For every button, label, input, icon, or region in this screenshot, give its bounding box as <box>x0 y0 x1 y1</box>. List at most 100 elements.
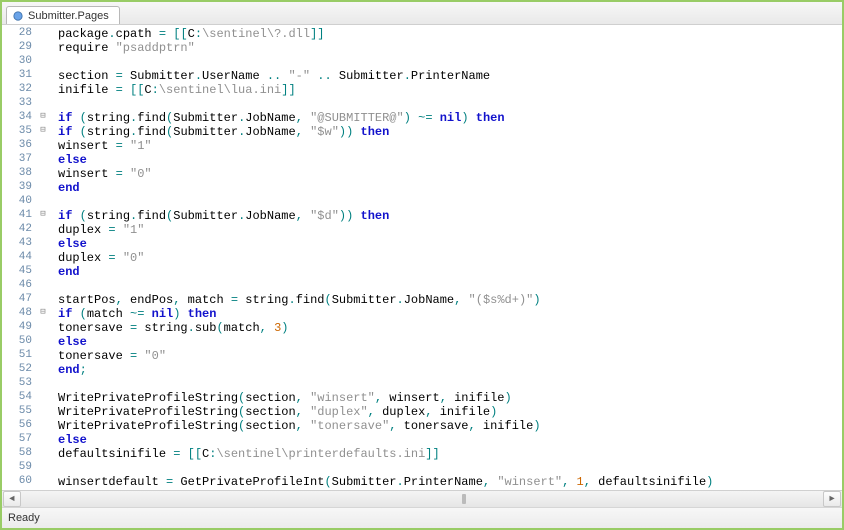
fold-marker <box>36 97 50 111</box>
code-line[interactable]: 58 defaultsinifile = [[C:\sentinel\print… <box>2 447 842 461</box>
code-line[interactable]: 43 else <box>2 237 842 251</box>
code-line[interactable]: 34⊟if (string.find(Submitter.JobName, "@… <box>2 111 842 125</box>
file-icon <box>13 11 23 21</box>
code-text[interactable]: inifile = [[C:\sentinel\lua.ini]] <box>50 83 842 97</box>
code-line[interactable]: 57else <box>2 433 842 447</box>
code-text[interactable]: winsert = "1" <box>50 139 842 153</box>
fold-marker <box>36 195 50 209</box>
line-number: 45 <box>2 265 36 279</box>
code-line[interactable]: 36 winsert = "1" <box>2 139 842 153</box>
code-line[interactable]: 37 else <box>2 153 842 167</box>
code-text[interactable]: if (string.find(Submitter.JobName, "$d")… <box>50 209 842 223</box>
scroll-track[interactable] <box>23 492 821 506</box>
line-number: 51 <box>2 349 36 363</box>
code-text[interactable]: package.cpath = [[C:\sentinel\?.dll]] <box>50 27 842 41</box>
code-line[interactable]: 55 WritePrivateProfileString(section, "d… <box>2 405 842 419</box>
code-text[interactable]: duplex = "1" <box>50 223 842 237</box>
fold-marker[interactable]: ⊟ <box>36 209 50 223</box>
code-text[interactable]: else <box>50 237 842 251</box>
code-line[interactable]: 33 <box>2 97 842 111</box>
code-text[interactable]: end <box>50 181 842 195</box>
fold-marker <box>36 181 50 195</box>
code-text[interactable]: require "psaddptrn" <box>50 41 842 55</box>
code-line[interactable]: 51 tonersave = "0" <box>2 349 842 363</box>
line-number: 46 <box>2 279 36 293</box>
status-text: Ready <box>8 512 40 524</box>
code-line[interactable]: 59 <box>2 461 842 475</box>
code-line[interactable]: 39 end <box>2 181 842 195</box>
code-line[interactable]: 53 <box>2 377 842 391</box>
code-text[interactable]: startPos, endPos, match = string.find(Su… <box>50 293 842 307</box>
code-text[interactable]: else <box>50 433 842 447</box>
code-text[interactable]: WritePrivateProfileString(section, "tone… <box>50 419 842 433</box>
line-number: 52 <box>2 363 36 377</box>
code-line[interactable]: 42 duplex = "1" <box>2 223 842 237</box>
code-text[interactable]: tonersave = "0" <box>50 349 842 363</box>
code-text[interactable]: WritePrivateProfileString(section, "wins… <box>50 391 842 405</box>
code-line[interactable]: 44 duplex = "0" <box>2 251 842 265</box>
code-line[interactable]: 38 winsert = "0" <box>2 167 842 181</box>
line-number: 31 <box>2 69 36 83</box>
line-number: 58 <box>2 447 36 461</box>
fold-marker <box>36 405 50 419</box>
fold-marker[interactable]: ⊟ <box>36 307 50 321</box>
code-line[interactable]: 45 end <box>2 265 842 279</box>
code-text[interactable] <box>50 195 842 209</box>
horizontal-scrollbar[interactable]: ◄ ► <box>2 490 842 507</box>
code-text[interactable]: end; <box>50 363 842 377</box>
code-line[interactable]: 48⊟ if (match ~= nil) then <box>2 307 842 321</box>
code-line[interactable]: 29require "psaddptrn" <box>2 41 842 55</box>
scroll-left-arrow[interactable]: ◄ <box>3 491 21 507</box>
code-text[interactable]: section = Submitter.UserName .. "-" .. S… <box>50 69 842 83</box>
code-editor[interactable]: 28package.cpath = [[C:\sentinel\?.dll]]2… <box>2 25 842 490</box>
code-line[interactable]: 40 <box>2 195 842 209</box>
code-line[interactable]: 41⊟ if (string.find(Submitter.JobName, "… <box>2 209 842 223</box>
code-line[interactable]: 31 section = Submitter.UserName .. "-" ..… <box>2 69 842 83</box>
tab-submitter-pages[interactable]: Submitter.Pages <box>6 6 120 24</box>
code-line[interactable]: 52 end; <box>2 363 842 377</box>
fold-marker <box>36 461 50 475</box>
code-text[interactable] <box>50 55 842 69</box>
code-text[interactable]: else <box>50 153 842 167</box>
scroll-right-arrow[interactable]: ► <box>823 491 841 507</box>
line-number: 32 <box>2 83 36 97</box>
line-number: 30 <box>2 55 36 69</box>
code-line[interactable]: 47 startPos, endPos, match = string.find… <box>2 293 842 307</box>
fold-marker <box>36 27 50 41</box>
code-text[interactable]: else <box>50 335 842 349</box>
code-line[interactable]: 50 else <box>2 335 842 349</box>
code-line[interactable]: 49 tonersave = string.sub(match, 3) <box>2 321 842 335</box>
line-number: 48 <box>2 307 36 321</box>
code-text[interactable]: winsertdefault = GetPrivateProfileInt(Su… <box>50 475 842 489</box>
code-text[interactable]: if (match ~= nil) then <box>50 307 842 321</box>
code-text[interactable]: WritePrivateProfileString(section, "dupl… <box>50 405 842 419</box>
code-line[interactable]: 30 <box>2 55 842 69</box>
fold-marker[interactable]: ⊟ <box>36 111 50 125</box>
scroll-thumb[interactable] <box>462 494 466 504</box>
code-text[interactable]: if (string.find(Submitter.JobName, "@SUB… <box>50 111 842 125</box>
code-text[interactable] <box>50 461 842 475</box>
code-line[interactable]: 28package.cpath = [[C:\sentinel\?.dll]] <box>2 27 842 41</box>
code-text[interactable] <box>50 97 842 111</box>
fold-marker[interactable]: ⊟ <box>36 125 50 139</box>
line-number: 47 <box>2 293 36 307</box>
code-line[interactable]: 46 <box>2 279 842 293</box>
line-number: 49 <box>2 321 36 335</box>
code-text[interactable] <box>50 279 842 293</box>
code-text[interactable]: tonersave = string.sub(match, 3) <box>50 321 842 335</box>
code-line[interactable]: 60 winsertdefault = GetPrivateProfileInt… <box>2 475 842 489</box>
code-line[interactable]: 32 inifile = [[C:\sentinel\lua.ini]] <box>2 83 842 97</box>
fold-marker <box>36 83 50 97</box>
line-number: 53 <box>2 377 36 391</box>
code-line[interactable]: 54 WritePrivateProfileString(section, "w… <box>2 391 842 405</box>
line-number: 39 <box>2 181 36 195</box>
code-line[interactable]: 56 WritePrivateProfileString(section, "t… <box>2 419 842 433</box>
code-line[interactable]: 35⊟ if (string.find(Submitter.JobName, "… <box>2 125 842 139</box>
status-bar: Ready <box>2 507 842 528</box>
code-text[interactable]: winsert = "0" <box>50 167 842 181</box>
code-text[interactable]: end <box>50 265 842 279</box>
code-text[interactable]: duplex = "0" <box>50 251 842 265</box>
code-text[interactable]: if (string.find(Submitter.JobName, "$w")… <box>50 125 842 139</box>
code-text[interactable]: defaultsinifile = [[C:\sentinel\printerd… <box>50 447 842 461</box>
code-text[interactable] <box>50 377 842 391</box>
